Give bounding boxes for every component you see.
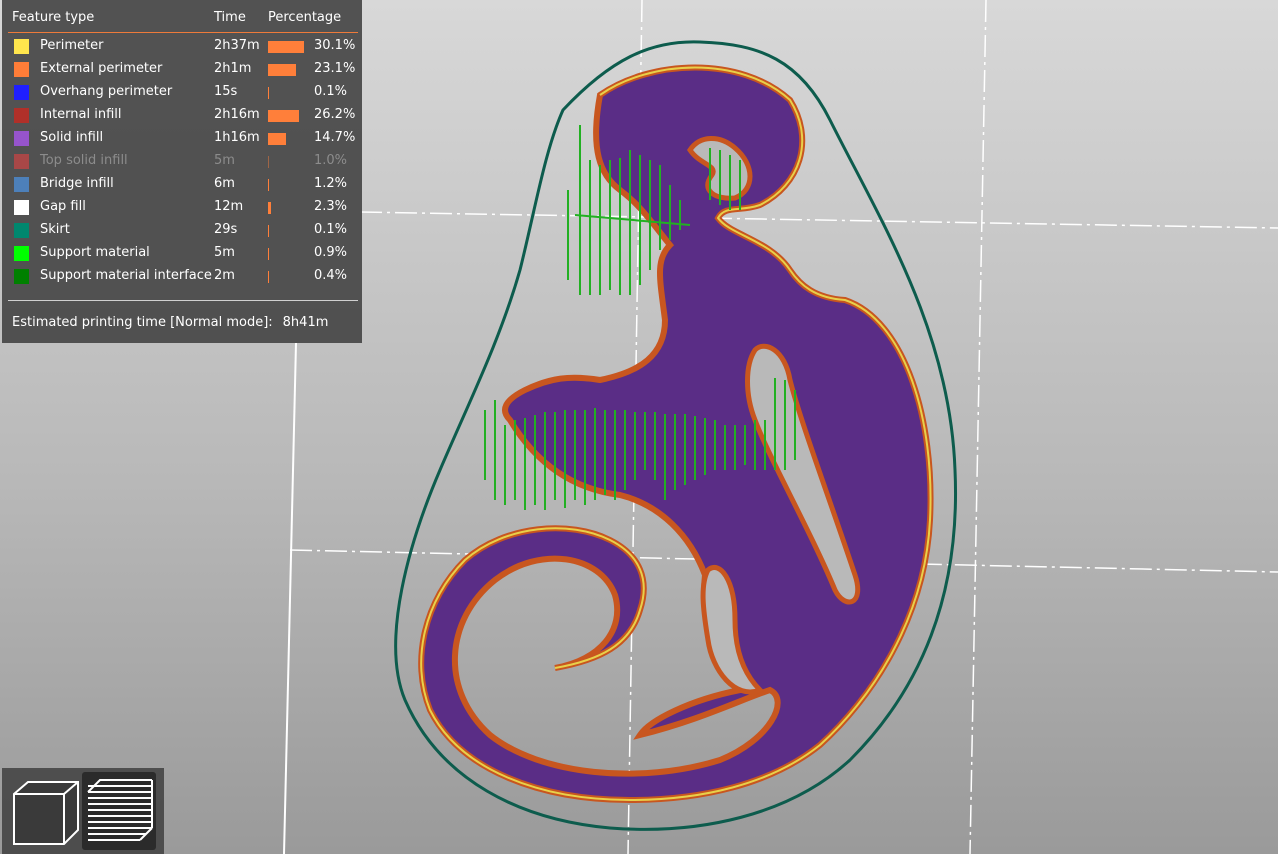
legend-feature-percentage: 0.1%: [314, 222, 348, 237]
legend-feature-name: Perimeter: [40, 38, 104, 53]
legend-feature-percentage: 0.1%: [314, 84, 348, 99]
legend-color-swatch: [14, 177, 29, 192]
legend-color-swatch: [14, 131, 29, 146]
legend-row: Internal infill 2h16m 26.2%: [2, 105, 362, 127]
legend-color-swatch: [14, 200, 29, 215]
legend-feature-time: 2h1m: [214, 61, 252, 76]
legend-feature-percentage: 1.2%: [314, 176, 348, 191]
feature-legend-panel: Feature type Time Percentage Perimeter 2h…: [2, 0, 362, 343]
legend-row: Overhang perimeter 15s 0.1%: [2, 82, 362, 104]
legend-feature-name: Support material: [40, 245, 150, 260]
legend-feature-percentage: 23.1%: [314, 61, 356, 76]
legend-feature-time: 15s: [214, 84, 238, 99]
legend-row: Bridge infill 6m 1.2%: [2, 174, 362, 196]
legend-color-swatch: [14, 85, 29, 100]
legend-row: Gap fill 12m 2.3%: [2, 197, 362, 219]
legend-row: Skirt 29s 0.1%: [2, 220, 362, 242]
legend-row: Perimeter 2h37m 30.1%: [2, 36, 362, 58]
legend-footer-divider: [8, 300, 358, 301]
legend-feature-time: 2h16m: [214, 107, 260, 122]
legend-percentage-bar: [268, 225, 269, 237]
legend-percentage-bar: [268, 271, 269, 283]
estimated-print-time: Estimated printing time [Normal mode]: 8h…: [12, 315, 328, 330]
legend-feature-name: Bridge infill: [40, 176, 114, 191]
3d-view-button[interactable]: [6, 772, 80, 850]
legend-color-swatch: [14, 246, 29, 261]
legend-feature-percentage: 26.2%: [314, 107, 356, 122]
legend-header-divider: [8, 32, 358, 33]
legend-feature-name: Overhang perimeter: [40, 84, 173, 99]
legend-percentage-bar: [268, 133, 286, 145]
legend-color-swatch: [14, 62, 29, 77]
legend-feature-name: Skirt: [40, 222, 70, 237]
legend-feature-time: 5m: [214, 153, 235, 168]
legend-feature-name: Gap fill: [40, 199, 86, 214]
legend-feature-time: 2h37m: [214, 38, 260, 53]
legend-feature-time: 2m: [214, 268, 235, 283]
preview-button[interactable]: [82, 772, 156, 850]
legend-header-time: Time: [214, 10, 246, 25]
legend-feature-name: Solid infill: [40, 130, 104, 145]
legend-feature-percentage: 14.7%: [314, 130, 356, 145]
legend-feature-percentage: 0.9%: [314, 245, 348, 260]
legend-color-swatch: [14, 39, 29, 54]
legend-feature-time: 29s: [214, 222, 238, 237]
legend-feature-name: Internal infill: [40, 107, 122, 122]
layers-icon: [87, 779, 153, 841]
legend-feature-time: 6m: [214, 176, 235, 191]
legend-feature-percentage: 1.0%: [314, 153, 348, 168]
legend-row: Support material interface 2m 0.4%: [2, 266, 362, 288]
cube-icon: [13, 781, 79, 845]
legend-percentage-bar: [268, 87, 269, 99]
legend-feature-time: 1h16m: [214, 130, 260, 145]
legend-color-swatch: [14, 108, 29, 123]
view-toggle-bar: [2, 768, 164, 854]
legend-row: Top solid infill 5m 1.0%: [2, 151, 362, 173]
legend-color-swatch: [14, 154, 29, 169]
legend-color-swatch: [14, 269, 29, 284]
legend-feature-time: 5m: [214, 245, 235, 260]
legend-feature-percentage: 0.4%: [314, 268, 348, 283]
legend-feature-percentage: 2.3%: [314, 199, 348, 214]
legend-header-percentage: Percentage: [268, 10, 342, 25]
estimated-print-time-label: Estimated printing time [Normal mode]:: [12, 315, 273, 330]
legend-feature-name: Top solid infill: [40, 153, 128, 168]
legend-percentage-bar: [268, 110, 299, 122]
legend-percentage-bar: [268, 202, 271, 214]
legend-percentage-bar: [268, 248, 269, 260]
legend-percentage-bar: [268, 179, 269, 191]
legend-color-swatch: [14, 223, 29, 238]
legend-row: Solid infill 1h16m 14.7%: [2, 128, 362, 150]
legend-percentage-bar: [268, 64, 296, 76]
legend-percentage-bar: [268, 156, 269, 168]
legend-percentage-bar: [268, 41, 304, 53]
legend-feature-name: External perimeter: [40, 61, 163, 76]
estimated-print-time-value: 8h41m: [282, 315, 329, 330]
legend-row: External perimeter 2h1m 23.1%: [2, 59, 362, 81]
bed-edge-line: [283, 342, 297, 854]
legend-feature-time: 12m: [214, 199, 244, 214]
legend-row: Support material 5m 0.9%: [2, 243, 362, 265]
legend-feature-percentage: 30.1%: [314, 38, 356, 53]
legend-header-feature-type: Feature type: [12, 10, 95, 25]
legend-feature-name: Support material interface: [40, 268, 212, 283]
